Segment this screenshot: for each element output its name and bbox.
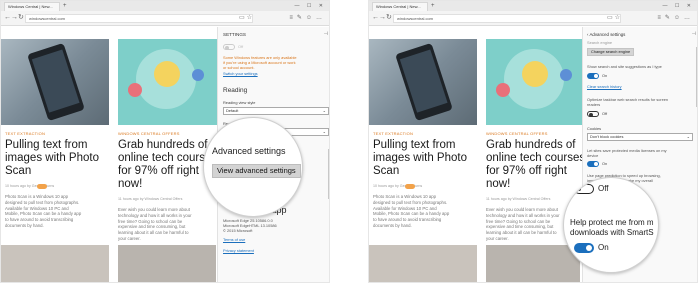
- smartscreen-toggle[interactable]: [574, 243, 594, 253]
- url-field[interactable]: windowscentral.com: [393, 14, 621, 23]
- refresh-icon[interactable]: ↻: [18, 13, 24, 23]
- reading-favorite-icons[interactable]: ▭☆: [239, 13, 254, 23]
- optimize-label: Optimize taskbar web search results for …: [587, 97, 669, 107]
- article-meta: 11 hours ago by Windows Central Offers: [486, 197, 551, 201]
- page-prediction-toggle[interactable]: [574, 184, 594, 194]
- privacy-link[interactable]: Privacy statement: [223, 248, 254, 253]
- terms-link[interactable]: Terms of use: [223, 237, 245, 242]
- article-thumbnail[interactable]: [369, 245, 477, 282]
- browser-tab[interactable]: Windows Central | New...: [372, 2, 428, 11]
- settings-title: SETTINGS: [223, 32, 246, 37]
- article-image-courses[interactable]: [118, 39, 218, 125]
- search-engine-label: Search engine: [587, 40, 613, 45]
- forward-icon[interactable]: →: [11, 13, 18, 23]
- sync-toggle-state: Off: [238, 44, 244, 49]
- smartscreen-label: Help protect me from m downloads with Sm…: [570, 218, 654, 237]
- new-tab-button[interactable]: +: [63, 2, 67, 10]
- title-bar: Windows Central | New... + — ☐ ✕: [1, 1, 329, 11]
- account-note: Some Windows features are only available…: [223, 55, 297, 70]
- suggestions-state: On: [602, 73, 608, 78]
- comment-count-badge[interactable]: [37, 184, 47, 189]
- chevron-down-icon: ⌄: [322, 108, 326, 113]
- media-license-state: On: [602, 161, 608, 166]
- view-advanced-settings-button[interactable]: View advanced settings: [212, 164, 301, 178]
- article-thumbnail[interactable]: [486, 245, 580, 282]
- reading-heading: Reading: [223, 87, 248, 94]
- article-excerpt: Photo Scan is a Windows 10 app designed t…: [5, 194, 82, 228]
- article-kicker[interactable]: TEXT EXTRACTION: [373, 131, 413, 136]
- window-controls[interactable]: — ☐ ✕: [295, 2, 326, 10]
- article-thumbnail[interactable]: [118, 245, 216, 282]
- comment-count-badge[interactable]: [405, 184, 415, 189]
- reading-favorite-icons[interactable]: ▭☆: [607, 13, 622, 23]
- suggestions-toggle[interactable]: [587, 73, 599, 79]
- media-license-label: Let sites save protected media licenses …: [587, 148, 667, 158]
- url-field[interactable]: windowscentral.com: [25, 14, 253, 23]
- refresh-icon[interactable]: ↻: [386, 13, 392, 23]
- optimize-toggle[interactable]: [587, 111, 599, 117]
- smartscreen-state: On: [598, 243, 609, 252]
- article-headline[interactable]: Pulling text from images with Photo Scan: [373, 139, 467, 178]
- address-bar: ← → ↻ windowscentral.com ▭☆ ≡✎☺…: [369, 11, 697, 26]
- article-kicker[interactable]: TEXT EXTRACTION: [5, 131, 45, 136]
- chevron-down-icon: ⌄: [686, 134, 690, 139]
- article-thumbnail[interactable]: [1, 245, 109, 282]
- advanced-settings-heading: Advanced settings: [212, 146, 286, 156]
- advanced-settings-title: ‹ Advanced settings: [587, 32, 626, 37]
- media-license-toggle[interactable]: [587, 161, 599, 167]
- toolbar-icons[interactable]: ≡✎☺…: [657, 13, 694, 23]
- clear-history-link[interactable]: Clear search history: [587, 84, 622, 89]
- article-headline[interactable]: Pulling text from images with Photo Scan: [5, 139, 99, 178]
- optimize-state: Off: [602, 111, 608, 116]
- article-image-phone[interactable]: [369, 39, 477, 125]
- forward-icon[interactable]: →: [379, 13, 386, 23]
- address-bar: ← → ↻ windowscentral.com ▭☆ ≡✎☺…: [1, 11, 329, 26]
- window-controls[interactable]: — ☐ ✕: [663, 2, 694, 10]
- reading-style-label: Reading view style: [223, 100, 256, 105]
- pin-icon[interactable]: ⊣: [324, 31, 328, 37]
- article-image-courses[interactable]: [486, 39, 586, 125]
- page-prediction-state: Off: [598, 184, 609, 193]
- article-meta: 11 hours ago by Windows Central Offers: [118, 197, 183, 201]
- back-icon[interactable]: ←: [4, 13, 11, 23]
- new-tab-button[interactable]: +: [431, 2, 435, 10]
- magnifier-left: Advanced settings View advanced settings: [203, 117, 303, 217]
- article-excerpt: Photo Scan is a Windows 10 app designed t…: [373, 194, 450, 228]
- cookies-select[interactable]: Don't block cookies ⌄: [587, 133, 693, 141]
- settings-scrollbar[interactable]: [328, 149, 329, 199]
- reading-style-select[interactable]: Default ⌄: [223, 107, 329, 115]
- about-info: Microsoft Edge 25.10586.0.0 Microsoft Edg…: [223, 218, 277, 233]
- pin-icon[interactable]: ⊣: [692, 31, 696, 37]
- article-excerpt: Ever wish you could learn more about tech…: [118, 207, 192, 241]
- back-icon[interactable]: ←: [372, 13, 379, 23]
- article-headline[interactable]: Grab hundreds of online tech courses for…: [486, 139, 585, 191]
- change-search-engine-button[interactable]: Change search engine: [587, 48, 635, 56]
- suggestions-label: Show search and site suggestions as I ty…: [587, 64, 662, 69]
- toolbar-icons[interactable]: ≡✎☺…: [289, 13, 326, 23]
- sync-toggle[interactable]: [223, 44, 235, 50]
- magnifier-right: Off Help protect me from m downloads wit…: [563, 177, 659, 273]
- article-image-phone[interactable]: [1, 39, 109, 125]
- article-kicker[interactable]: WINDOWS CENTRAL OFFERS: [118, 131, 180, 136]
- article-kicker[interactable]: WINDOWS CENTRAL OFFERS: [486, 131, 548, 136]
- sync-settings-link[interactable]: Switch your settings: [223, 71, 258, 76]
- cookies-label: Cookies: [587, 126, 602, 131]
- chevron-down-icon: ⌄: [322, 129, 326, 134]
- title-bar: Windows Central | New... + — ☐ ✕: [369, 1, 697, 11]
- browser-tab[interactable]: Windows Central | New...: [4, 2, 60, 11]
